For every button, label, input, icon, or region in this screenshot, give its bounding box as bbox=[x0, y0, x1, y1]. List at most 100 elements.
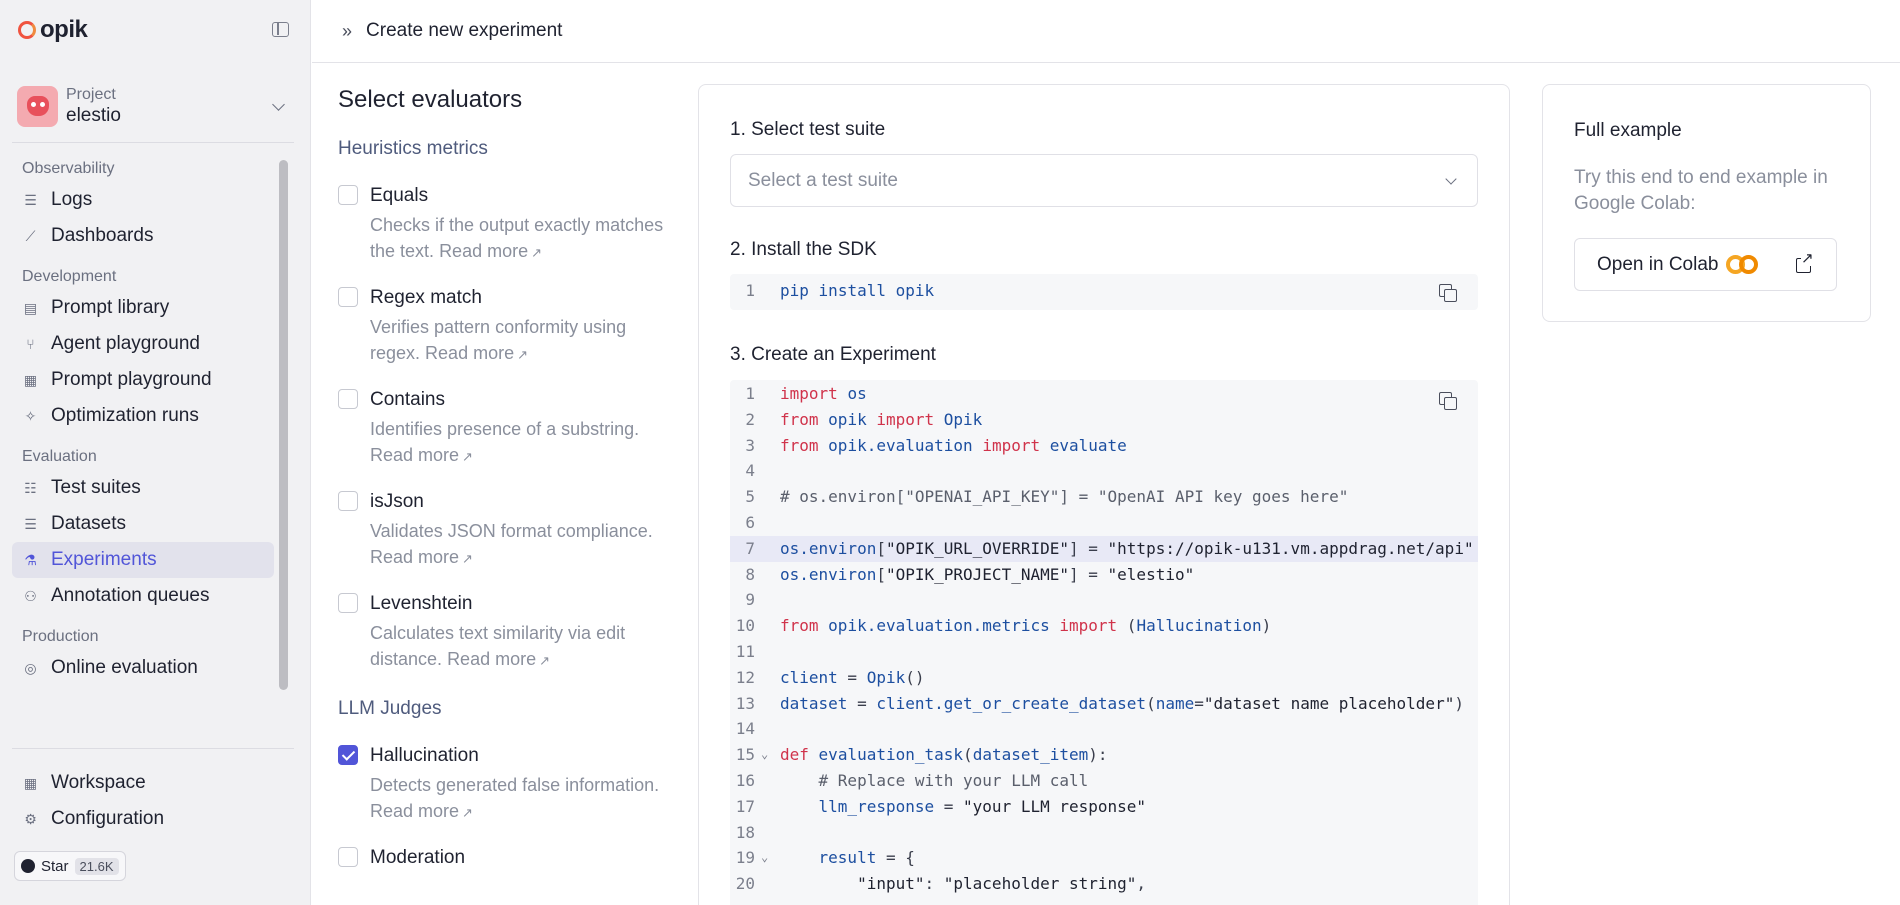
expand-sidebar-icon[interactable]: » bbox=[342, 21, 352, 42]
star-count: 21.6K bbox=[74, 857, 119, 875]
code-line: 10 from opik.evaluation.metrics import (H… bbox=[730, 613, 1478, 639]
code-line: 8 os.environ["OPIK_PROJECT_NAME"] = "eles… bbox=[730, 562, 1478, 588]
nav-section-title: Observability bbox=[22, 160, 115, 177]
sidebar-collapse-icon[interactable] bbox=[272, 22, 289, 37]
test-suite-select[interactable]: Select a test suite bbox=[730, 154, 1478, 207]
copy-icon[interactable] bbox=[1439, 392, 1457, 410]
line-number: 1 bbox=[745, 384, 755, 403]
metric-item: Contains Identifies presence of a substri… bbox=[338, 387, 668, 470]
sidebar-scrollbar[interactable] bbox=[279, 160, 288, 690]
experiment-setup-card: 1. Select test suite Select a test suite… bbox=[698, 84, 1510, 905]
nav-section-title: Development bbox=[22, 268, 117, 285]
sidebar-item-logs[interactable]: ☰ Logs bbox=[12, 182, 274, 218]
open-in-colab-button[interactable]: Open in Colab bbox=[1574, 238, 1837, 291]
page-title: Create new experiment bbox=[366, 20, 563, 41]
optimization-runs-icon: ✧ bbox=[24, 407, 37, 424]
line-number: 8 bbox=[745, 564, 755, 584]
step-create-experiment: 3. Create an Experiment bbox=[730, 344, 936, 365]
project-avatar bbox=[17, 85, 58, 127]
code-line: 6 bbox=[730, 510, 1478, 536]
external-link-icon: ↗ bbox=[462, 805, 473, 820]
full-example-card: Full example Try this end to end example… bbox=[1542, 84, 1871, 322]
sidebar: opik Project elestio Observability ☰ Logs ⟋… bbox=[0, 0, 311, 905]
sidebar-item-workspace[interactable]: ▦ Workspace bbox=[12, 765, 274, 801]
code-text: import os bbox=[780, 384, 867, 403]
metric-checkbox[interactable] bbox=[338, 745, 358, 765]
read-more-link[interactable]: Read more ↗ bbox=[370, 547, 473, 567]
sidebar-item-online-evaluation[interactable]: ◎ Online evaluation bbox=[12, 650, 274, 686]
sidebar-item-prompt-library[interactable]: ▤ Prompt library bbox=[12, 290, 274, 326]
experiment-code-block: 1 import os 2 from opik import Opik 3 from op… bbox=[730, 380, 1478, 905]
chevron-down-icon bbox=[1445, 173, 1457, 185]
sidebar-item-agent-playground[interactable]: ⑂ Agent playground bbox=[12, 326, 274, 362]
code-text: os.environ["OPIK_PROJECT_NAME"] = "elest… bbox=[780, 564, 1195, 584]
metric-name: Moderation bbox=[370, 847, 466, 868]
metric-checkbox[interactable] bbox=[338, 593, 358, 613]
metric-name: Levenshtein bbox=[370, 593, 473, 614]
metric-description: Verifies pattern conformity using regex.… bbox=[370, 314, 668, 368]
metric-checkbox[interactable] bbox=[338, 389, 358, 409]
metric-checkbox[interactable] bbox=[338, 491, 358, 511]
line-number: 9 bbox=[745, 590, 755, 610]
line-number: 1 bbox=[745, 281, 755, 300]
sidebar-divider bbox=[12, 142, 294, 143]
sidebar-item-experiments[interactable]: ⚗ Experiments bbox=[12, 542, 274, 578]
datasets-icon: ☰ bbox=[24, 515, 37, 532]
read-more-label: Read more bbox=[370, 801, 460, 821]
read-more-label: Read more bbox=[439, 241, 529, 261]
github-star-button[interactable]: Star 21.6K bbox=[14, 851, 126, 881]
colab-logo-icon bbox=[1726, 255, 1759, 274]
nav-section-title: Evaluation bbox=[22, 448, 97, 465]
line-number: 7 bbox=[745, 538, 755, 558]
read-more-link[interactable]: Read more ↗ bbox=[447, 649, 550, 669]
metric-item: Regex match Verifies pattern conformity u… bbox=[338, 285, 668, 368]
sidebar-item-label: Test suites bbox=[51, 477, 141, 498]
code-text: from opik.evaluation.metrics import (Hal… bbox=[780, 616, 1272, 636]
github-icon bbox=[21, 859, 35, 873]
read-more-link[interactable]: Read more ↗ bbox=[370, 801, 473, 821]
metric-checkbox[interactable] bbox=[338, 847, 358, 867]
line-number: 4 bbox=[745, 461, 755, 481]
code-line: 9 bbox=[730, 587, 1478, 613]
app-name: opik bbox=[40, 16, 88, 43]
sidebar-item-configuration[interactable]: ⚙ Configuration bbox=[12, 801, 274, 837]
metric-checkbox[interactable] bbox=[338, 287, 358, 307]
read-more-link[interactable]: Read more ↗ bbox=[425, 343, 528, 363]
read-more-link[interactable]: Read more ↗ bbox=[439, 241, 542, 261]
code-line: 19 ⌄ result = { bbox=[730, 845, 1478, 871]
page-header: » Create new experiment bbox=[312, 0, 1900, 63]
line-number: 15 bbox=[735, 745, 755, 765]
heuristics-list: Equals Checks if the output exactly match… bbox=[338, 183, 668, 674]
copy-icon[interactable] bbox=[1439, 284, 1457, 302]
fold-chevron-icon[interactable]: ⌄ bbox=[761, 742, 768, 768]
sidebar-item-test-suites[interactable]: ☷ Test suites bbox=[12, 470, 274, 506]
line-number: 13 bbox=[735, 693, 755, 713]
sidebar-item-label: Configuration bbox=[51, 808, 165, 829]
read-more-label: Read more bbox=[447, 649, 537, 669]
project-selector[interactable]: Project elestio bbox=[17, 84, 293, 128]
metric-name: Contains bbox=[370, 389, 445, 410]
sidebar-bottom-nav: ▦ Workspace ⚙ Configuration bbox=[12, 765, 274, 837]
agent-playground-icon: ⑂ bbox=[26, 336, 35, 352]
code-line: 1 import os bbox=[730, 381, 1478, 407]
code-text: llm_response = "your LLM response" bbox=[818, 796, 1147, 816]
sidebar-item-dashboards[interactable]: ⟋ Dashboards bbox=[12, 218, 274, 254]
line-number: 5 bbox=[745, 487, 755, 507]
sidebar-item-optimization-runs[interactable]: ✧ Optimization runs bbox=[12, 398, 274, 434]
metric-description-text: Identifies presence of a substring. bbox=[370, 419, 640, 439]
opik-logo[interactable]: opik bbox=[18, 16, 88, 44]
read-more-link[interactable]: Read more ↗ bbox=[370, 445, 473, 465]
code-line: 12 client = Opik() bbox=[730, 665, 1478, 691]
code-line: 11 bbox=[730, 639, 1478, 665]
metric-checkbox[interactable] bbox=[338, 185, 358, 205]
sidebar-item-prompt-playground[interactable]: ▦ Prompt playground bbox=[12, 362, 274, 398]
metric-description: Detects generated false information. Rea… bbox=[370, 772, 668, 826]
sidebar-item-datasets[interactable]: ☰ Datasets bbox=[12, 506, 274, 542]
code-line: 18 bbox=[730, 820, 1478, 846]
fold-chevron-icon[interactable]: ⌄ bbox=[761, 845, 768, 871]
external-link-icon: ↗ bbox=[539, 653, 551, 668]
code-line: 16 # Replace with your LLM call bbox=[730, 768, 1478, 794]
sidebar-item-annotation-queues[interactable]: ⚇ Annotation queues bbox=[12, 578, 274, 614]
online-evaluation-icon: ◎ bbox=[24, 659, 37, 676]
project-label: Project bbox=[66, 85, 116, 103]
